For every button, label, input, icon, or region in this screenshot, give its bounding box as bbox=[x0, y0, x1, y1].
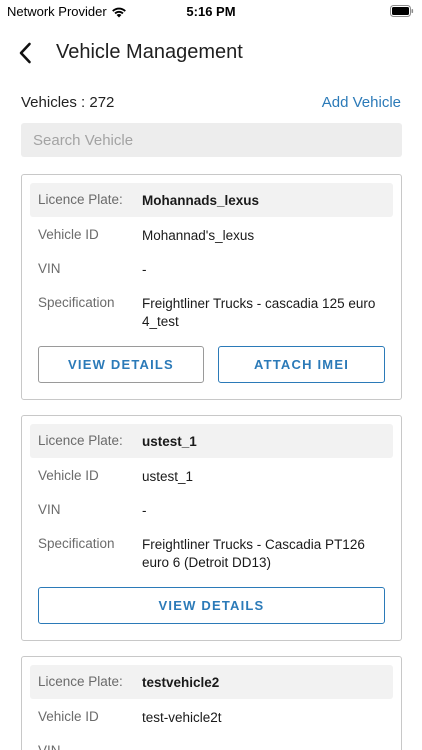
summary-row: Vehicles : 272 Add Vehicle bbox=[21, 94, 401, 114]
licence-plate-value: ustest_1 bbox=[142, 434, 197, 449]
specification-value: Freightliner Trucks - Cascadia PT126 eur… bbox=[142, 537, 365, 570]
status-bar: Network Provider 5:16 PM bbox=[0, 0, 422, 22]
vehicle-id-value: test-vehicle2t bbox=[142, 710, 222, 725]
status-time: 5:16 PM bbox=[186, 4, 236, 19]
nav-header: Vehicle Management bbox=[0, 36, 422, 70]
specification-value: Freightliner Trucks - cascadia 125 euro … bbox=[142, 296, 376, 329]
battery-icon bbox=[390, 5, 414, 17]
vehicle-id-label: Vehicle ID bbox=[38, 227, 99, 242]
vin-label: VIN bbox=[38, 502, 61, 517]
vin-value: - bbox=[142, 743, 383, 750]
licence-plate-label: Licence Plate: bbox=[38, 433, 123, 448]
page-title: Vehicle Management bbox=[56, 41, 243, 63]
vehicle-card: Licence Plate: Mohannads_lexus Vehicle I… bbox=[21, 174, 402, 400]
vin-label: VIN bbox=[38, 261, 61, 276]
vin-value: - bbox=[142, 262, 147, 277]
vehicle-id-label: Vehicle ID bbox=[38, 468, 99, 483]
view-details-button[interactable]: VIEW DETAILS bbox=[38, 587, 385, 624]
chevron-left-icon bbox=[19, 42, 31, 64]
vehicle-id-value: Mohannad's_lexus bbox=[142, 228, 255, 243]
vehicle-card: Licence Plate: testvehicle2 Vehicle ID t… bbox=[21, 656, 402, 750]
back-button[interactable] bbox=[14, 40, 38, 66]
licence-plate-row: Licence Plate: ustest_1 bbox=[30, 424, 393, 458]
search-input[interactable] bbox=[21, 123, 402, 157]
vehicle-id-label: Vehicle ID bbox=[38, 709, 99, 724]
specification-label: Specification bbox=[38, 295, 115, 310]
licence-plate-value: Mohannads_lexus bbox=[142, 193, 260, 208]
specification-label: Specification bbox=[38, 536, 115, 551]
vin-label: VIN bbox=[38, 743, 61, 750]
licence-plate-value: testvehicle2 bbox=[142, 675, 220, 690]
vehicle-id-value: ustest_1 bbox=[142, 469, 194, 484]
vehicle-management-screen: Network Provider 5:16 PM Vehicle Managem… bbox=[0, 0, 422, 750]
vehicle-count: Vehicles : 272 bbox=[21, 94, 115, 111]
view-details-button[interactable]: VIEW DETAILS bbox=[38, 346, 204, 383]
vin-value: - bbox=[142, 503, 147, 518]
licence-plate-row: Licence Plate: Mohannads_lexus bbox=[30, 183, 393, 217]
add-vehicle-link[interactable]: Add Vehicle bbox=[322, 94, 401, 111]
attach-imei-button[interactable]: ATTACH IMEI bbox=[218, 346, 385, 383]
licence-plate-label: Licence Plate: bbox=[38, 192, 123, 207]
vehicle-card: Licence Plate: ustest_1 Vehicle ID ustes… bbox=[21, 415, 402, 641]
licence-plate-label: Licence Plate: bbox=[38, 674, 123, 689]
licence-plate-row: Licence Plate: testvehicle2 bbox=[30, 665, 393, 699]
